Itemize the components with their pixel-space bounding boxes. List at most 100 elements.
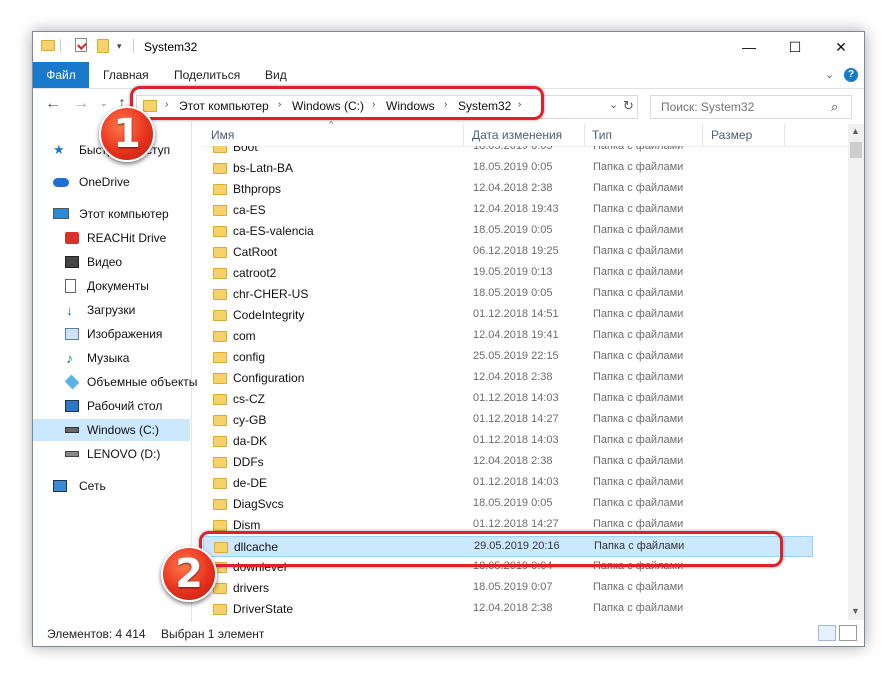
table-row[interactable]: com 12.04.2018 19:41 Папка с файлами: [203, 326, 813, 347]
table-row[interactable]: da-DK 01.12.2018 14:03 Папка с файлами: [203, 431, 813, 452]
file-name: drivers: [233, 581, 270, 595]
table-row[interactable]: DiagSvcs 18.05.2019 0:05 Папка с файлами: [203, 494, 813, 515]
folder-icon: [213, 457, 227, 468]
column-divider[interactable]: [702, 124, 703, 146]
vertical-scrollbar[interactable]: ▲ ▼: [848, 124, 864, 620]
scroll-up-icon[interactable]: ▲: [851, 126, 860, 136]
ribbon-tabs: Файл Главная Поделиться Вид ⌄ ?: [33, 62, 864, 89]
folder-icon: [213, 520, 227, 531]
file-name: da-DK: [233, 434, 268, 448]
recent-locations-icon[interactable]: ⌄: [100, 98, 108, 109]
large-icons-view-icon[interactable]: [839, 625, 857, 641]
details-view-icon[interactable]: [818, 625, 836, 641]
table-row[interactable]: catroot2 19.05.2019 0:13 Папка с файлами: [203, 263, 813, 284]
file-type: Папка с файлами: [593, 455, 684, 467]
separator: [60, 39, 61, 53]
reachit-drive-icon: [65, 232, 79, 244]
table-row[interactable]: DDFs 12.04.2018 2:38 Папка с файлами: [203, 452, 813, 473]
tab-home[interactable]: Главная: [103, 62, 149, 88]
file-date: 12.04.2018 2:38: [473, 371, 553, 383]
table-row[interactable]: bs-Latn-BA 18.05.2019 0:05 Папка с файлами: [203, 158, 813, 179]
search-input[interactable]: [659, 99, 823, 115]
column-divider[interactable]: [463, 124, 464, 146]
table-row[interactable]: Boot 18.05.2019 0:05 Папка с файлами: [203, 146, 813, 158]
expand-ribbon-icon[interactable]: ⌄: [825, 62, 834, 88]
customize-toolbar-icon[interactable]: ▾: [117, 41, 122, 52]
table-row[interactable]: drivers 18.05.2019 0:07 Папка с файлами: [203, 578, 813, 599]
table-row[interactable]: ca-ES-valencia 18.05.2019 0:05 Папка с фай…: [203, 221, 813, 242]
file-date: 18.05.2019 0:05: [473, 497, 553, 509]
file-type: Папка с файлами: [593, 203, 684, 215]
column-name[interactable]: Имя: [211, 128, 234, 142]
address-dropdown-icon[interactable]: ⌄: [609, 98, 618, 111]
table-row[interactable]: cy-GB 01.12.2018 14:27 Папка с файлами: [203, 410, 813, 431]
sidebar-item-windows-c[interactable]: Windows (C:): [33, 419, 190, 441]
maximize-button[interactable]: ☐: [772, 32, 818, 62]
desktop-icon: [65, 400, 79, 412]
download-icon: ↓: [66, 302, 73, 318]
search-icon[interactable]: ⌕: [831, 99, 838, 115]
table-row[interactable]: de-DE 01.12.2018 14:03 Папка с файлами: [203, 473, 813, 494]
table-row[interactable]: CodeIntegrity 01.12.2018 14:51 Папка с фай…: [203, 305, 813, 326]
forward-arrow-icon[interactable]: →: [73, 95, 89, 113]
folder-icon: [213, 499, 227, 510]
file-date: 12.04.2018 2:38: [473, 455, 553, 467]
table-row[interactable]: cs-CZ 01.12.2018 14:03 Папка с файлами: [203, 389, 813, 410]
column-type[interactable]: Тип: [592, 128, 612, 142]
file-date: 18.05.2019 0:05: [473, 146, 553, 152]
window-title: System32: [144, 40, 198, 54]
star-icon: ★: [53, 142, 65, 157]
table-row[interactable]: CatRoot 06.12.2018 19:25 Папка с файлами: [203, 242, 813, 263]
tab-file[interactable]: Файл: [33, 62, 89, 88]
file-type: Папка с файлами: [593, 224, 684, 236]
file-type: Папка с файлами: [593, 308, 684, 320]
file-type: Папка с файлами: [593, 350, 684, 362]
column-date[interactable]: Дата изменения: [472, 128, 562, 142]
back-arrow-icon[interactable]: ←: [45, 95, 61, 113]
file-type: Папка с файлами: [593, 287, 684, 299]
address-bar-highlight: [130, 86, 544, 120]
file-name: DriverState: [233, 602, 294, 616]
folder-icon: [213, 478, 227, 489]
new-folder-icon[interactable]: [97, 39, 109, 53]
folder-icon: [213, 226, 227, 237]
step-1-badge: 1: [99, 106, 155, 162]
separator: [133, 39, 134, 53]
file-type: Папка с файлами: [593, 497, 684, 509]
table-row[interactable]: chr-CHER-US 18.05.2019 0:05 Папка с файлам…: [203, 284, 813, 305]
search-box[interactable]: ⌕: [650, 95, 852, 119]
folder-icon: [213, 163, 227, 174]
column-divider[interactable]: [784, 124, 785, 146]
scroll-down-icon[interactable]: ▼: [851, 606, 860, 616]
file-date: 01.12.2018 14:27: [473, 518, 559, 530]
help-icon[interactable]: ?: [844, 68, 858, 82]
file-type: Папка с файлами: [593, 392, 684, 404]
folder-icon: [213, 289, 227, 300]
table-row[interactable]: config 25.05.2019 22:15 Папка с файлами: [203, 347, 813, 368]
table-row[interactable]: DriverState 12.04.2018 2:38 Папка с файлам…: [203, 599, 813, 620]
column-size[interactable]: Размер: [711, 128, 752, 142]
close-button[interactable]: ✕: [818, 32, 864, 62]
title-bar: ▾ System32 — ☐ ✕: [33, 32, 864, 62]
properties-icon[interactable]: [75, 38, 87, 52]
file-date: 18.05.2019 0:07: [473, 581, 553, 593]
file-type: Папка с файлами: [593, 434, 684, 446]
scrollbar-thumb[interactable]: [850, 142, 862, 158]
file-date: 19.05.2019 0:13: [473, 266, 553, 278]
refresh-icon[interactable]: ↻: [623, 98, 634, 114]
file-name: DDFs: [233, 455, 264, 469]
table-row[interactable]: ca-ES 12.04.2018 19:43 Папка с файлами: [203, 200, 813, 221]
file-name: chr-CHER-US: [233, 287, 309, 301]
table-row[interactable]: Bthprops 12.04.2018 2:38 Папка с файлами: [203, 179, 813, 200]
tab-share[interactable]: Поделиться: [174, 62, 240, 88]
selection-count: Выбран 1 элемент: [161, 627, 265, 641]
file-type: Папка с файлами: [593, 518, 684, 530]
network-icon: [53, 480, 67, 492]
minimize-button[interactable]: —: [726, 32, 772, 62]
column-divider[interactable]: [584, 124, 585, 146]
file-type: Папка с файлами: [593, 413, 684, 425]
tab-view[interactable]: Вид: [265, 62, 287, 88]
file-type: Папка с файлами: [593, 581, 684, 593]
table-row[interactable]: Configuration 12.04.2018 2:38 Папка с файл…: [203, 368, 813, 389]
file-date: 01.12.2018 14:03: [473, 434, 559, 446]
